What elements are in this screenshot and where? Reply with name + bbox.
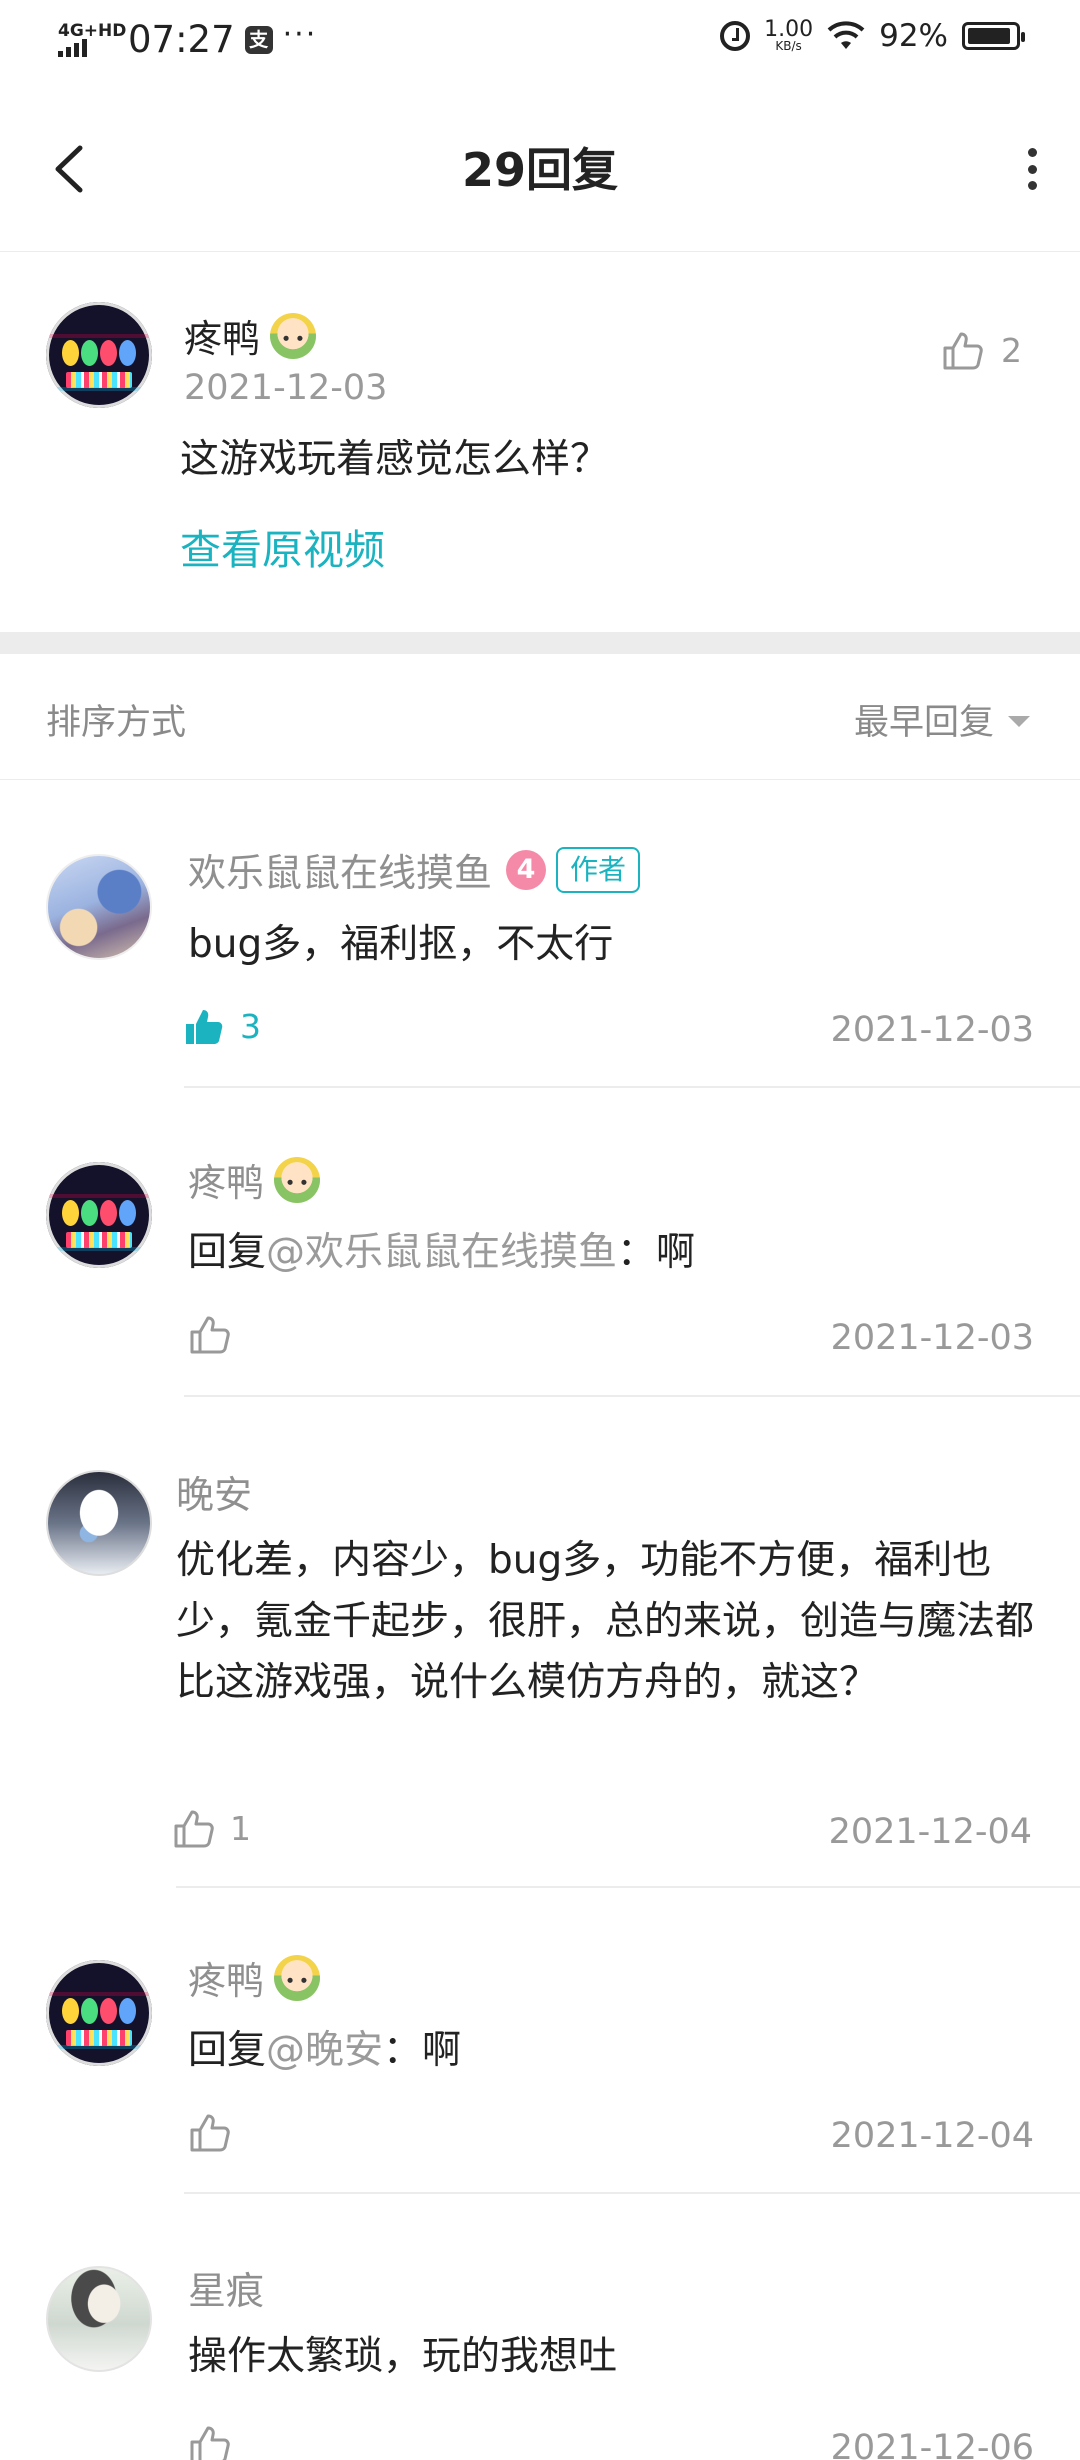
reply-body: ：啊 [383,2028,462,2073]
comment-text: 这游戏玩着感觉怎么样？ [180,437,610,482]
reply-text: 回复@欢乐鼠鼠在线摸鱼：啊 [188,1222,695,1283]
more-options-icon[interactable] [1010,140,1054,198]
speed-unit: KB/s [775,39,802,53]
reply-author[interactable]: 星痕 [188,2260,264,2315]
view-original-video-link[interactable]: 查看原视频 [180,516,385,576]
more-notifications-icon: ··· [282,17,318,52]
reply-date: 2021-12-03 [830,1318,1034,1358]
reply-author[interactable]: 晚安 [176,1464,252,1519]
reply-item: 疼鸭 回复@晚安：啊 2021-12-04 [0,1888,1080,2194]
author-name: 疼鸭 [188,1959,265,2003]
thumbs-up-icon [943,332,983,370]
avatar[interactable] [46,2266,152,2372]
reply-item: 欢乐鼠鼠在线摸鱼 4 作者 bug多，福利抠，不太行 3 2021-12-03 [0,780,1080,1090]
clock: 07:27 [128,18,235,61]
network-speed: 1.00 KB/s [764,17,814,53]
signal-icon: 4G+HD [58,22,126,57]
caret-down-icon [1008,716,1030,727]
wifi-icon [827,21,865,49]
like-count: 2 [1001,330,1022,370]
reply-date: 2021-12-06 [830,2428,1034,2460]
reply-item: 疼鸭 回复@欢乐鼠鼠在线摸鱼：啊 2021-12-03 [0,1090,1080,1398]
reply-text: bug多，福利抠，不太行 [188,922,614,967]
reply-body: ：啊 [617,1230,696,1275]
speed-value: 1.00 [764,17,814,42]
battery-percent: 92% [879,18,948,54]
reply-date: 2021-12-03 [830,1010,1034,1050]
like-button[interactable]: 1 [172,1806,251,1850]
section-divider [0,632,1080,654]
author-name: 晚安 [176,1473,253,1517]
avatar[interactable] [46,854,152,960]
sort-label: 排序方式 [46,703,187,743]
battery-icon [962,22,1025,50]
thumbs-up-icon [190,1316,230,1354]
like-count: 3 [240,1006,261,1046]
author-tag: 作者 [556,846,641,893]
like-button[interactable]: 2 [941,328,1022,372]
like-button[interactable] [188,2110,232,2154]
like-button[interactable] [188,2422,232,2460]
author-name: 疼鸭 [188,1161,265,1205]
avatar[interactable] [46,1960,152,2066]
thumbs-up-icon [174,1810,214,1848]
alarm-icon [720,21,751,51]
sort-selected-value: 最早回复 [853,703,994,743]
reply-text: 操作太繁琐，玩的我想吐 [188,2334,618,2379]
level-badge: 4 [506,849,547,890]
mention-link[interactable]: @欢乐鼠鼠在线摸鱼 [266,1230,617,1275]
status-right: 1.00 KB/s 92% [720,17,1025,54]
reply-item: 星痕 操作太繁琐，玩的我想吐 2021-12-06 [0,2194,1080,2460]
avatar[interactable] [46,1470,152,1576]
reply-text: 优化差，内容少，bug多，功能不方便，福利也少，氪金千起步，很肝，总的来说，创造… [176,1538,1035,1705]
status-bar: 4G+HD 07:27 支 ··· 1.00 KB/s 92% [0,0,1080,82]
user-badge-icon [274,1156,321,1203]
thumbs-up-icon [190,2426,230,2460]
reply-date: 2021-12-04 [828,1812,1032,1852]
avatar[interactable] [46,1162,152,1268]
reply-author[interactable]: 欢乐鼠鼠在线摸鱼 4 作者 [188,842,641,897]
reply-author[interactable]: 疼鸭 [188,1152,321,1207]
page-title: 29回复 [461,143,618,197]
comment-author[interactable]: 疼鸭 [184,308,317,363]
author-name: 星痕 [188,2269,265,2313]
like-button[interactable]: 3 [182,1004,261,1048]
divider [184,1086,1080,1088]
original-comment: 疼鸭 2021-12-03 这游戏玩着感觉怎么样？ 查看原视频 2 [0,252,1080,632]
author-name: 疼鸭 [184,317,261,361]
reply-prefix: 回复 [188,2028,267,2073]
comment-date: 2021-12-03 [184,368,388,408]
like-count: 1 [230,1808,251,1848]
reply-text: 回复@晚安：啊 [188,2020,461,2081]
reply-date: 2021-12-04 [830,2116,1034,2156]
status-left: 4G+HD 07:27 支 ··· [58,17,318,61]
thumbs-up-filled-icon [186,1010,223,1044]
reply-prefix: 回复 [188,1230,267,1275]
alipay-icon: 支 [244,25,273,54]
divider [184,1395,1080,1397]
user-badge-icon [270,312,317,359]
author-name: 欢乐鼠鼠在线摸鱼 [188,851,493,895]
reply-author[interactable]: 疼鸭 [188,1950,321,2005]
sort-dropdown[interactable]: 最早回复 [854,694,1030,745]
avatar[interactable] [46,302,152,408]
mention-link[interactable]: @晚安 [266,2028,383,2073]
thumbs-up-icon [190,2114,230,2152]
user-badge-icon [274,1954,321,2001]
sort-bar: 排序方式 最早回复 [0,654,1080,780]
like-button[interactable] [188,1312,232,1356]
reply-item: 晚安 优化差，内容少，bug多，功能不方便，福利也少，氪金千起步，很肝，总的来说… [0,1398,1080,1888]
top-app-bar: 29回复 [0,82,1080,252]
